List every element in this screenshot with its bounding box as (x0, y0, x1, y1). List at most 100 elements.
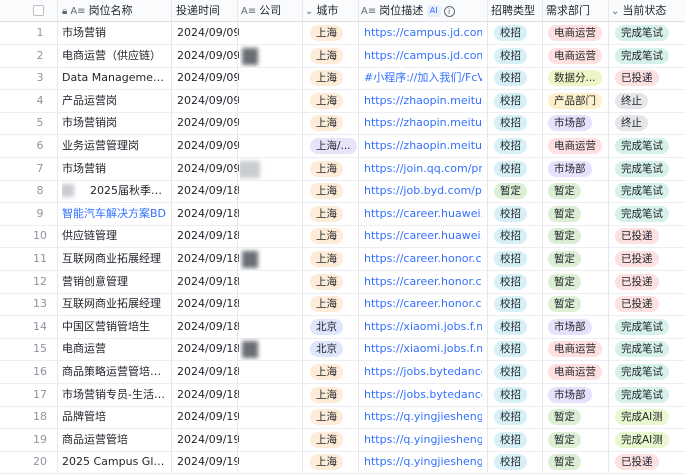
table-row[interactable]: 11 互联网商业拓展经理 2024/09/18 上海 https://career.ho… (0, 248, 685, 271)
apply-date-cell[interactable]: 2024/09/18 (177, 248, 239, 270)
company-cell[interactable] (240, 384, 302, 406)
city-cell[interactable]: 上海 (310, 361, 358, 383)
job-title-cell[interactable]: 品牌管培 (62, 406, 168, 428)
recruit-type-cell[interactable]: 校招 (494, 429, 538, 451)
job-title-cell[interactable]: 商品运营管培 (62, 429, 168, 451)
status-cell[interactable]: 已投递 (615, 225, 685, 247)
status-cell[interactable]: 完成笔试 (615, 22, 685, 44)
apply-date-cell[interactable]: 2024/09/09 (177, 67, 239, 89)
job-desc-link[interactable]: https://career.huawei.c... (364, 225, 482, 247)
company-cell[interactable] (240, 203, 302, 225)
status-cell[interactable]: 已投递 (615, 248, 685, 270)
apply-date-cell[interactable]: 2024/09/18 (177, 361, 239, 383)
table-row[interactable]: 1 市场营销 2024/09/09 上海 https://campus.jd.com/.… (0, 22, 685, 45)
company-cell[interactable] (240, 22, 302, 44)
department-cell[interactable]: 暂定 (548, 225, 608, 247)
job-title-cell[interactable]: 电商运营 (62, 338, 168, 360)
job-desc-link[interactable]: https://join.qq.com/pro... (364, 158, 482, 180)
department-cell[interactable]: 暂定 (548, 271, 608, 293)
apply-date-cell[interactable]: 2024/09/18 (177, 293, 239, 315)
city-cell[interactable]: 上海 (310, 203, 358, 225)
apply-date-cell[interactable]: 2024/09/19 (177, 406, 239, 428)
status-cell[interactable]: 完成笔试 (615, 180, 685, 202)
department-cell[interactable]: 电商运营 (548, 135, 608, 157)
recruit-type-cell[interactable]: 校招 (494, 67, 538, 89)
recruit-type-cell[interactable]: 校招 (494, 338, 538, 360)
job-desc-link[interactable]: https://career.huawei.c... (364, 203, 482, 225)
table-row[interactable]: 9 智能汽车解决方案BD 2024/09/18 上海 https://career.hu… (0, 203, 685, 226)
job-title-cell[interactable]: 互联网商业拓展经理 (62, 293, 168, 315)
job-desc-link[interactable]: https://zhaopin.meitua... (364, 135, 482, 157)
table-row[interactable]: 20 2025 Campus Globa... 2024/09/19 上海 https:… (0, 451, 685, 474)
apply-date-cell[interactable]: 2024/09/18 (177, 180, 239, 202)
select-all-checkbox[interactable] (33, 5, 44, 16)
table-row[interactable]: 7 市场营销 2024/09/09 上海 https://join.qq.com/pro… (0, 158, 685, 181)
company-cell[interactable] (240, 112, 302, 134)
col-header-company[interactable]: A≡ 公司 (241, 0, 303, 22)
job-title-cell[interactable]: 互联网商业拓展经理 (62, 248, 168, 270)
table-row[interactable]: 19 商品运营管培 2024/09/19 上海 https://q.yingjieshe… (0, 429, 685, 452)
company-cell[interactable] (240, 158, 302, 180)
department-cell[interactable]: 暂定 (548, 406, 608, 428)
table-row[interactable]: 13 互联网商业拓展经理 2024/09/18 上海 https://career.ho… (0, 293, 685, 317)
recruit-type-cell[interactable]: 校招 (494, 361, 538, 383)
table-row[interactable]: 2 电商运营（供应链） 2024/09/09 上海 https://campus.jd.… (0, 45, 685, 68)
city-cell[interactable]: 上海 (310, 180, 358, 202)
recruit-type-cell[interactable]: 校招 (494, 45, 538, 67)
job-desc-link[interactable]: https://zhaopin.meitua... (364, 112, 482, 134)
job-title-cell[interactable]: 商品策略运营管培生-... (62, 361, 168, 383)
city-cell[interactable]: 上海 (310, 271, 358, 293)
recruit-type-cell[interactable]: 校招 (494, 22, 538, 44)
apply-date-cell[interactable]: 2024/09/09 (177, 112, 239, 134)
table-row[interactable]: 3 Data Management T... 2024/09/09 上海 #小程序://… (0, 67, 685, 91)
apply-date-cell[interactable]: 2024/09/18 (177, 225, 239, 247)
status-cell[interactable]: 已投递 (615, 271, 685, 293)
city-cell[interactable]: 北京 (310, 338, 358, 360)
apply-date-cell[interactable]: 2024/09/19 (177, 451, 239, 473)
status-cell[interactable]: 完成AI测 (615, 429, 685, 451)
recruit-type-cell[interactable]: 校招 (494, 293, 538, 315)
company-cell[interactable] (240, 429, 302, 451)
department-cell[interactable]: 市场部 (548, 316, 608, 338)
company-cell[interactable] (240, 316, 302, 338)
job-desc-link[interactable]: https://career.honor.co... (364, 271, 482, 293)
recruit-type-cell[interactable]: 校招 (494, 90, 538, 112)
job-title-cell[interactable]: 2025 Campus Globa... (62, 451, 168, 473)
job-title-cell[interactable]: 电商运营（供应链） (62, 45, 168, 67)
table-row[interactable]: 18 品牌管培 2024/09/19 上海 https://q.yingjiesheng… (0, 406, 685, 430)
col-header-status[interactable]: ⌄ 当前状态 (611, 0, 685, 22)
table-row[interactable]: 14 中国区营销管培生 2024/09/18 北京 https://xiaomi.job… (0, 316, 685, 339)
status-cell[interactable]: 已投递 (615, 67, 685, 89)
job-desc-link[interactable]: https://campus.jd.com/... (364, 45, 482, 67)
table-row[interactable]: 6 业务运营管理岗 2024/09/09 上海/... https://zhaopin.… (0, 135, 685, 158)
table-row[interactable]: 16 商品策略运营管培生-... 2024/09/18 上海 https://jobs.… (0, 361, 685, 384)
recruit-type-cell[interactable]: 校招 (494, 451, 538, 473)
recruit-type-cell[interactable]: 暂定 (494, 180, 538, 202)
job-desc-link[interactable]: https://zhaopin.meitua... (364, 90, 482, 112)
job-desc-link[interactable]: https://career.honor.co... (364, 293, 482, 315)
job-title-cell[interactable]: 市场营销 (62, 22, 168, 44)
city-cell[interactable]: 上海/... (310, 135, 358, 157)
status-cell[interactable]: 已投递 (615, 451, 685, 473)
status-cell[interactable]: 完成笔试 (615, 316, 685, 338)
city-cell[interactable]: 上海 (310, 406, 358, 428)
apply-date-cell[interactable]: 2024/09/18 (177, 338, 239, 360)
apply-date-cell[interactable]: 2024/09/09 (177, 90, 239, 112)
department-cell[interactable]: 电商运营 (548, 22, 608, 44)
apply-date-cell[interactable]: 2024/09/09 (177, 158, 239, 180)
job-title-cell[interactable]: 业务运营管理岗 (62, 135, 168, 157)
job-desc-link[interactable]: https://campus.jd.com/... (364, 22, 482, 44)
table-row[interactable]: 4 产品运营岗 2024/09/09 上海 https://zhaopin.meitua… (0, 90, 685, 113)
status-cell[interactable]: 完成笔试 (615, 135, 685, 157)
status-cell[interactable]: 完成笔试 (615, 361, 685, 383)
department-cell[interactable]: 电商运营 (548, 45, 608, 67)
status-cell[interactable]: 完成笔试 (615, 338, 685, 360)
job-title-cell[interactable]: 中国区营销管培生 (62, 316, 168, 338)
city-cell[interactable]: 上海 (310, 248, 358, 270)
company-cell[interactable] (240, 361, 302, 383)
recruit-type-cell[interactable]: 校招 (494, 248, 538, 270)
company-cell[interactable] (240, 338, 302, 360)
city-cell[interactable]: 上海 (310, 67, 358, 89)
department-cell[interactable]: 暂定 (548, 451, 608, 473)
city-cell[interactable]: 上海 (310, 112, 358, 134)
